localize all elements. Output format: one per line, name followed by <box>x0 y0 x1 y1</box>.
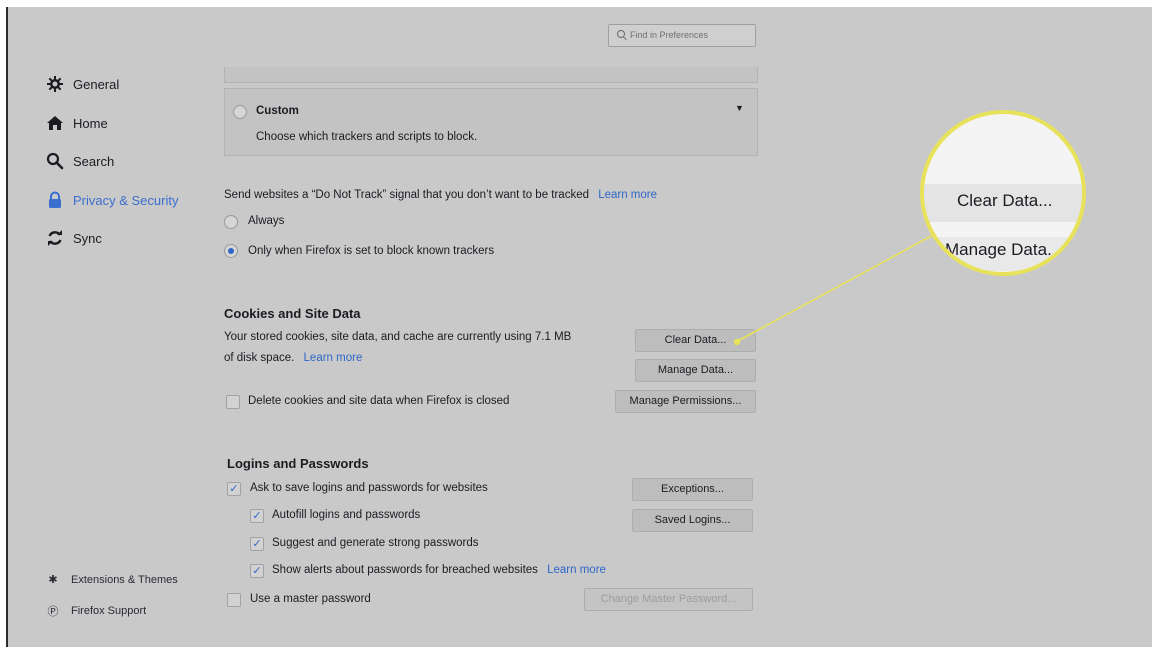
preferences-window: Find in Preferences General Home Search … <box>6 7 1152 647</box>
magnifier-manage-data-text: Manage Data. <box>945 240 1052 259</box>
magnifier-callout: Clear Data... Manage Data. <box>920 110 1086 276</box>
magnifier-clear-data-text: Clear Data... <box>957 191 1053 210</box>
callout-line <box>733 234 934 346</box>
